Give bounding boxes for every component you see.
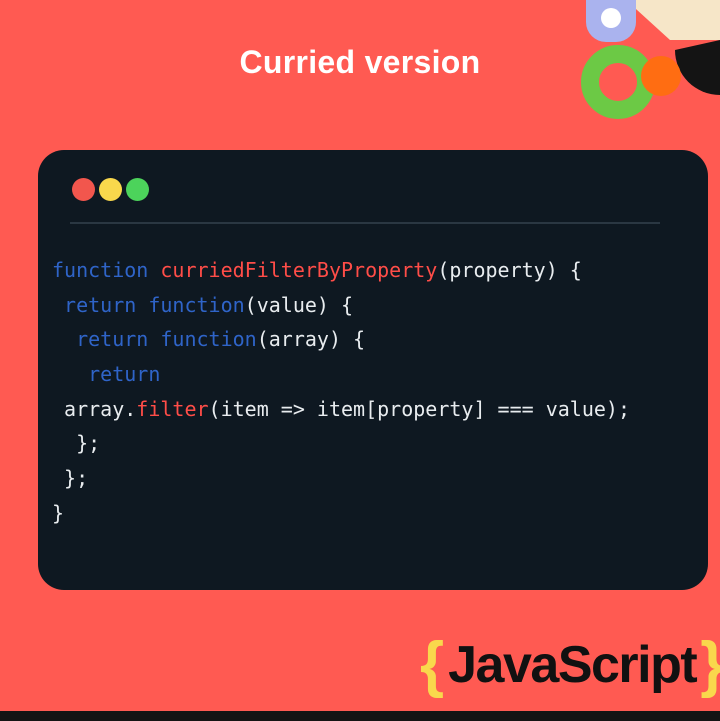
code-line: return function(array) { bbox=[52, 322, 630, 357]
cream-triangle-shape bbox=[626, 0, 720, 40]
code-line: }; bbox=[52, 461, 630, 496]
javascript-logo: { JavaScript } bbox=[420, 634, 720, 696]
code-text: (item => item[property] === value); bbox=[208, 396, 630, 421]
close-brace: } bbox=[700, 634, 720, 696]
window-divider bbox=[70, 222, 660, 224]
code-line: } bbox=[52, 496, 630, 531]
bottom-bar bbox=[0, 711, 720, 721]
code-window: function curriedFilterByProperty(propert… bbox=[38, 150, 708, 590]
decorative-shapes bbox=[581, 0, 720, 119]
minimize-dot-icon bbox=[99, 178, 122, 201]
code-line: return function(value) { bbox=[52, 288, 630, 323]
maximize-dot-icon bbox=[126, 178, 149, 201]
white-dot-shape bbox=[601, 8, 621, 28]
code-keyword: function bbox=[52, 258, 161, 282]
code-text: } bbox=[52, 500, 65, 525]
code-line: function curriedFilterByProperty(propert… bbox=[52, 253, 630, 288]
close-dot-icon bbox=[72, 178, 95, 201]
code-line: }; bbox=[52, 426, 630, 461]
orange-circle-shape bbox=[641, 56, 681, 96]
code-line: array.filter(item => item[property] === … bbox=[52, 392, 630, 427]
code-function-name: filter bbox=[136, 396, 209, 421]
open-brace: { bbox=[420, 630, 445, 699]
code-text: }; bbox=[52, 431, 101, 456]
code-text: (value) { bbox=[244, 292, 354, 317]
code-line: return bbox=[52, 357, 630, 392]
code-function-name: curriedFilterByProperty bbox=[160, 258, 438, 282]
code-text: (array) { bbox=[256, 327, 366, 352]
code-block: function curriedFilterByProperty(propert… bbox=[52, 253, 630, 531]
window-controls bbox=[72, 178, 149, 201]
code-keyword: return function bbox=[64, 292, 245, 317]
green-ring-shape bbox=[581, 45, 655, 119]
code-keyword: return bbox=[88, 362, 161, 387]
code-text: array. bbox=[52, 396, 137, 421]
code-text: (property) { bbox=[437, 258, 582, 282]
code-keyword: return function bbox=[76, 327, 257, 352]
dark-arc-shape bbox=[675, 40, 720, 95]
brand-word: JavaScript bbox=[448, 636, 698, 694]
code-text: }; bbox=[52, 466, 89, 491]
